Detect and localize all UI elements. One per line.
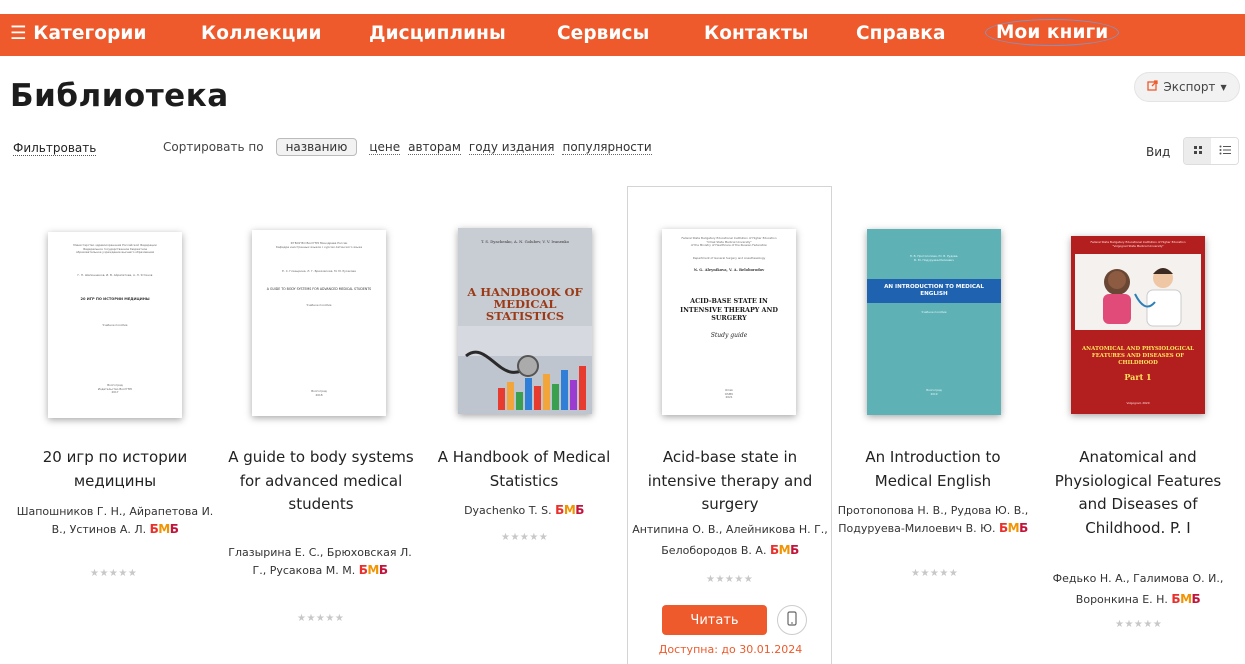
- book-cover[interactable]: Federal State Budgetary Educational Inst…: [662, 229, 796, 415]
- view-label: Вид: [1146, 145, 1171, 159]
- cover-note: Учебное пособие: [102, 323, 128, 327]
- top-navigation-bar: ☰ Категории Коллекции Дисциплины Сервисы…: [0, 14, 1245, 56]
- book-title[interactable]: An Introduction to Medical English: [838, 446, 1028, 493]
- export-label: Экспорт: [1163, 80, 1216, 94]
- nav-item-collections[interactable]: Коллекции: [201, 23, 322, 44]
- evs-logo: БМБ: [999, 520, 1028, 535]
- rating-stars[interactable]: ★★★★★: [297, 613, 344, 624]
- book-authors: Глазырина Е. С., Брюховская Л. Г., Русак…: [228, 546, 412, 577]
- book-cover[interactable]: Federal State Budgetary Educational Inst…: [1071, 236, 1205, 414]
- sort-controls: Сортировать по названию цене авторам год…: [163, 138, 652, 156]
- rating-stars[interactable]: ★★★★★: [1115, 619, 1162, 630]
- sort-by-year[interactable]: году издания: [468, 140, 555, 155]
- smartphone-icon: [787, 610, 797, 630]
- read-button[interactable]: Читать: [662, 605, 767, 635]
- cover-title: A HANDBOOK OF MEDICAL STATISTICS: [467, 285, 583, 323]
- evs-logo: БМБ: [555, 503, 584, 517]
- nav-item-help[interactable]: Справка: [856, 23, 946, 44]
- sort-by-price[interactable]: цене: [369, 140, 401, 155]
- cover-note: Учебное пособие: [306, 303, 332, 307]
- book-cover[interactable]: Министерство здравоохранения Российской …: [48, 232, 182, 418]
- evs-logo: БМБ: [149, 521, 179, 536]
- evs-logo: БМБ: [1171, 592, 1201, 606]
- nav-item-services[interactable]: Сервисы: [557, 23, 649, 44]
- sort-label: Сортировать по: [163, 140, 264, 154]
- grid-view-button[interactable]: [1184, 138, 1211, 164]
- list-view-button[interactable]: [1211, 138, 1238, 164]
- rating-stars[interactable]: ★★★★★: [706, 574, 753, 585]
- availability-text: Доступна: до 30.01.2024: [658, 643, 803, 656]
- book-authors: Шапошников Г. Н., Айрапетова И. В., Усти…: [16, 505, 214, 536]
- book-title[interactable]: Acid-base state in intensive therapy and…: [635, 446, 825, 517]
- book-cover[interactable]: Н. В. Протопопова, Ю. В. Рудова, В. Ю. По…: [867, 229, 1001, 415]
- cover-authors: N. G. Aleynikova, V. A. Beloborodov: [693, 268, 765, 272]
- book-authors: Федько Н. А., Галимова О. И., Воронкина …: [1052, 572, 1224, 606]
- stethoscope-chart-illustration: [458, 326, 592, 414]
- nav-item-disciplines[interactable]: Дисциплины: [369, 23, 506, 44]
- export-button[interactable]: Экспорт ▼: [1134, 72, 1240, 102]
- grid-icon: [1193, 144, 1203, 158]
- hamburger-icon[interactable]: ☰: [10, 23, 27, 44]
- caret-down-icon: ▼: [1220, 82, 1227, 92]
- book-title[interactable]: Anatomical and Physiological Features an…: [1043, 446, 1233, 540]
- book-card-highlighted[interactable]: Federal State Budgetary Educational Inst…: [627, 186, 832, 664]
- evs-logo: БМБ: [769, 543, 799, 557]
- page-title: Библиотека: [10, 78, 229, 114]
- book-title[interactable]: A Handbook of Medical Statistics: [429, 446, 619, 493]
- rating-stars[interactable]: ★★★★★: [90, 568, 137, 579]
- filter-link[interactable]: Фильтровать: [13, 141, 97, 156]
- cover-title: ACID-BASE STATE IN INTENSIVE THERAPY AND…: [680, 297, 778, 322]
- cover-part: Part 1: [1124, 372, 1152, 382]
- cover-title: 20 ИГР ПО ИСТОРИИ МЕДИЦИНЫ: [80, 297, 150, 301]
- doctor-child-illustration: [1075, 254, 1201, 330]
- external-link-icon: [1147, 80, 1159, 94]
- list-icon: [1219, 144, 1231, 158]
- cover-authors: T. S. Dyachenko, A. N. Golubev, V. V. Iv…: [480, 239, 569, 244]
- sort-by-authors[interactable]: авторам: [408, 140, 461, 155]
- book-cover[interactable]: T. S. Dyachenko, A. N. Golubev, V. V. Iv…: [458, 228, 592, 414]
- book-authors: Dyachenko T. S. БМБ: [464, 503, 584, 517]
- book-authors: Антипина О. В., Алейникова Н. Г., Белобо…: [632, 523, 828, 557]
- nav-item-label: Категории: [33, 23, 147, 44]
- view-toggle: [1183, 137, 1239, 165]
- book-title[interactable]: 20 игр по истории медицины: [20, 446, 210, 493]
- rating-stars[interactable]: ★★★★★: [911, 568, 958, 579]
- nav-item-contacts[interactable]: Контакты: [704, 23, 809, 44]
- cover-subtitle: Study guide: [710, 332, 748, 339]
- sort-by-popularity[interactable]: популярности: [562, 140, 652, 155]
- cover-title: AN INTRODUCTION TO MEDICAL ENGLISH: [867, 279, 1001, 303]
- read-on-phone-button[interactable]: [777, 605, 807, 635]
- cover-title: A GUIDE TO BODY SYSTEMS FOR ADVANCED MED…: [266, 287, 372, 291]
- book-title[interactable]: A guide to body systems for advanced med…: [226, 446, 416, 517]
- nav-item-categories[interactable]: ☰ Категории: [10, 23, 147, 44]
- nav-item-my-books[interactable]: Мои книги: [985, 19, 1120, 46]
- evs-logo: БМБ: [358, 562, 388, 577]
- book-authors: Протопопова Н. В., Рудова Ю. В., Подуруе…: [837, 504, 1029, 535]
- book-cover[interactable]: ФГБОУ ВО ВолгГМУ Минздрава России Кафедра…: [252, 230, 386, 416]
- rating-stars[interactable]: ★★★★★: [501, 532, 548, 543]
- cover-title: ANATOMICAL AND PHYSIOLOGICAL FEATURES AN…: [1082, 346, 1194, 366]
- sort-by-title[interactable]: названию: [275, 138, 358, 156]
